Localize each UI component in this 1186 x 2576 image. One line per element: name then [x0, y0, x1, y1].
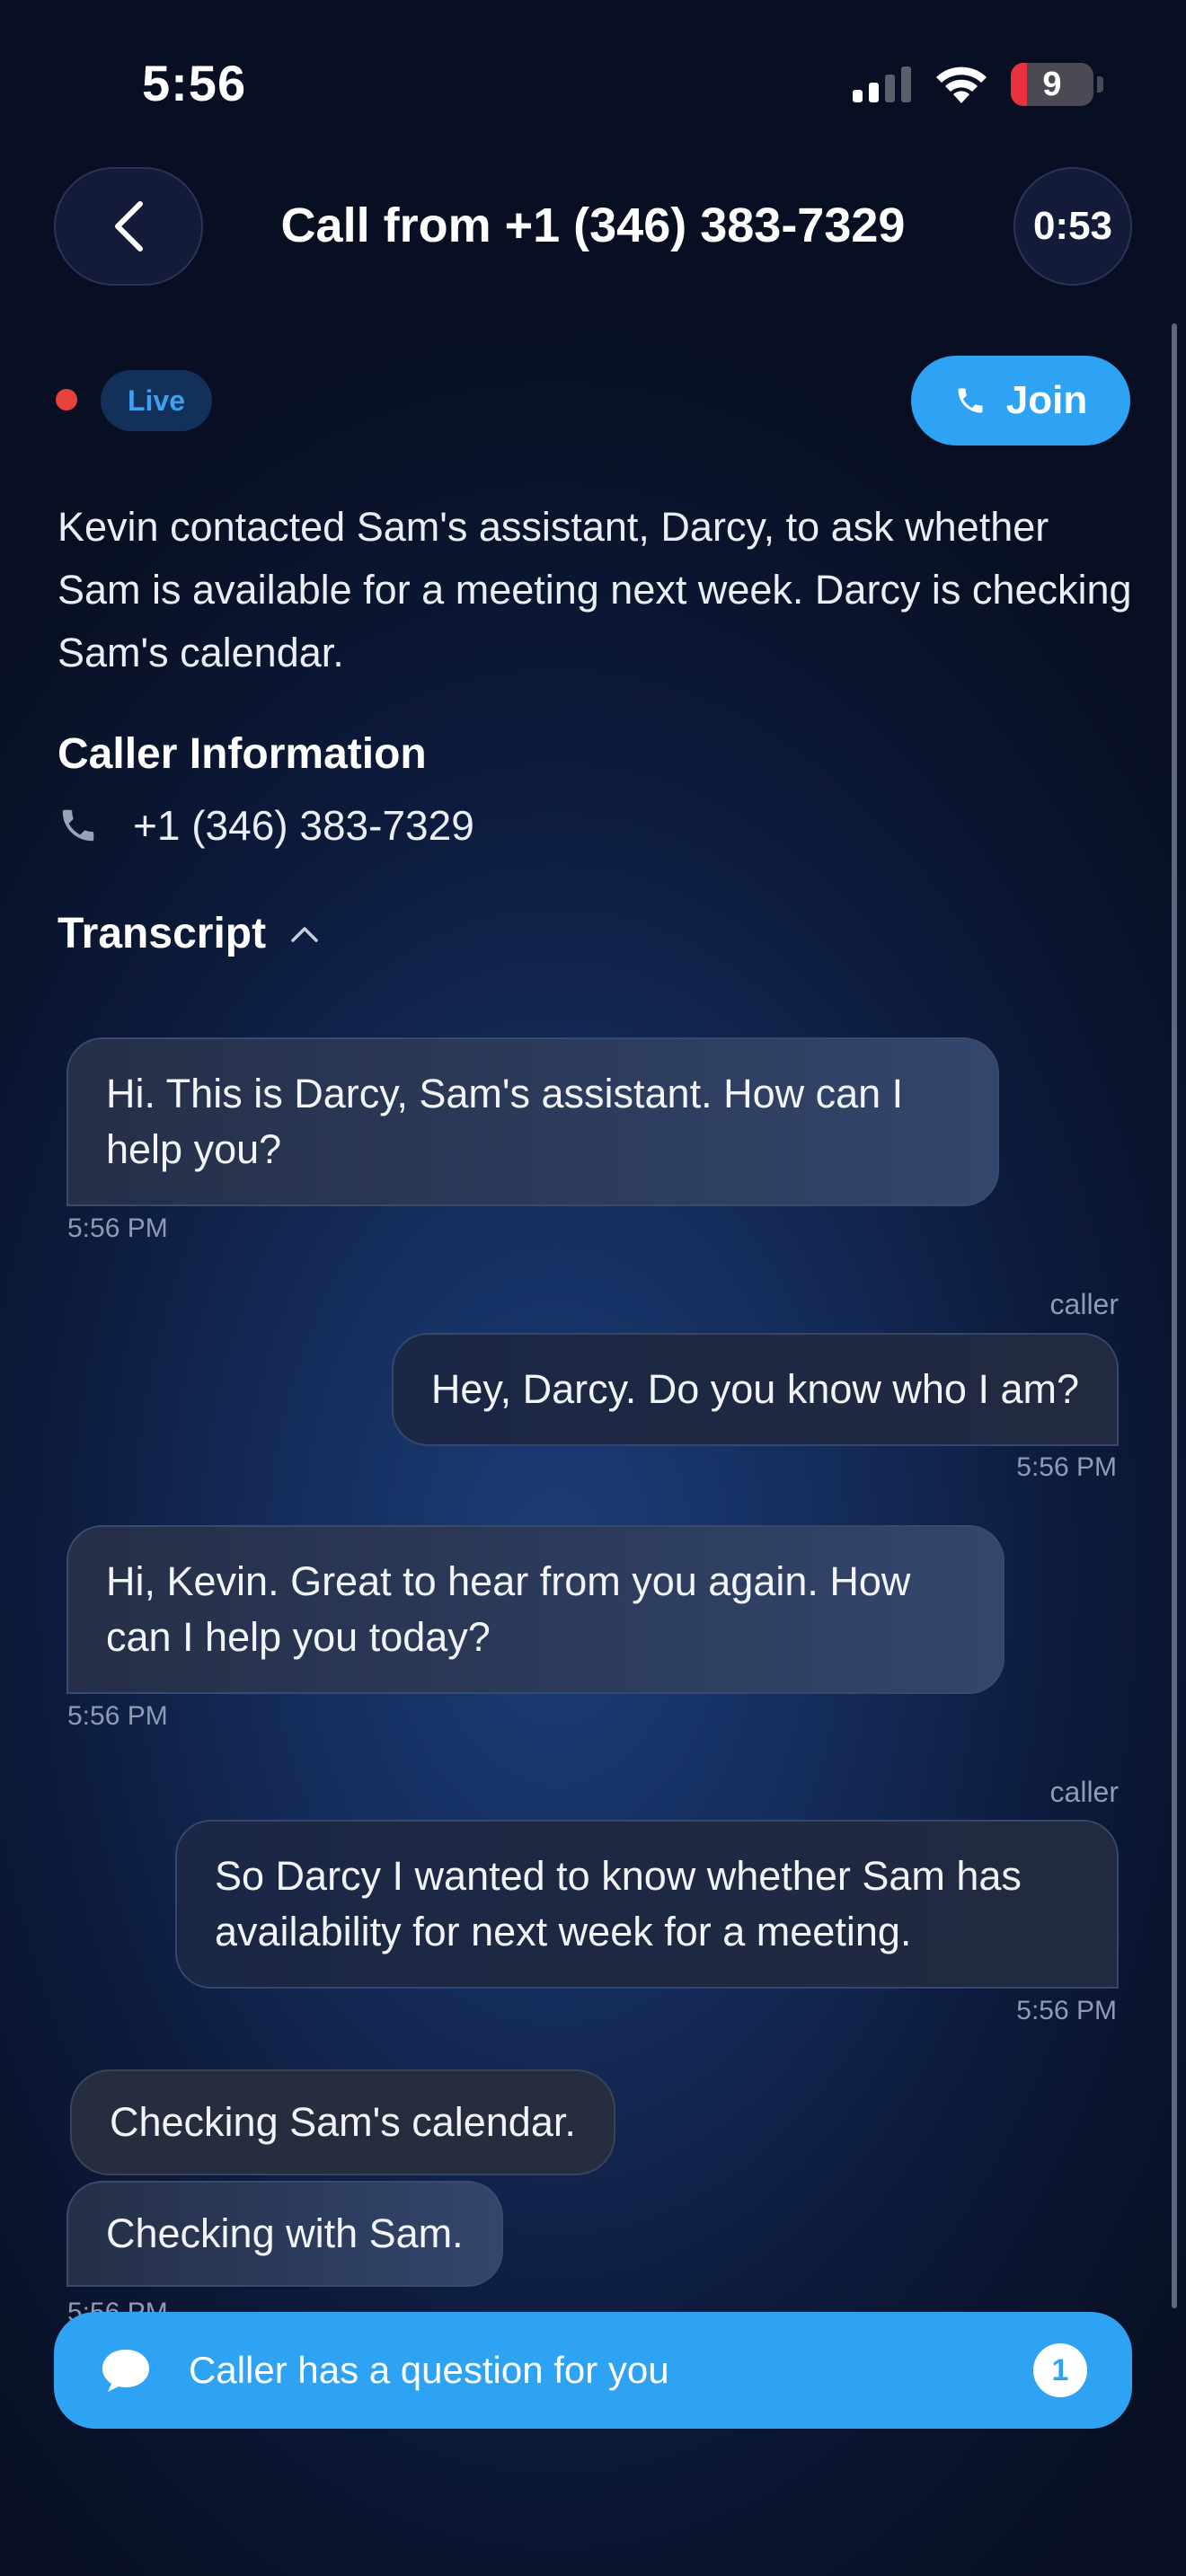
join-button[interactable]: Join — [911, 356, 1130, 446]
call-summary: Kevin contacted Sam's assistant, Darcy, … — [58, 504, 1132, 675]
caller-phone-row[interactable]: +1 (346) 383-7329 — [58, 801, 474, 850]
battery-nub — [1097, 76, 1103, 93]
message-sender: caller — [1049, 1288, 1119, 1320]
status-time: 5:56 — [142, 55, 247, 111]
battery-icon: 9 — [1011, 63, 1093, 106]
transcript-message-caller: Hey, Darcy. Do you know who I am? — [391, 1333, 1119, 1446]
cellular-signal-icon — [853, 66, 911, 102]
battery-level: 9 — [1042, 65, 1062, 103]
wifi-icon — [936, 66, 987, 103]
caller-question-text: Caller has a question for you — [189, 2349, 669, 2391]
join-label: Join — [1005, 378, 1088, 422]
live-badge: Live — [101, 370, 212, 431]
chevron-up-icon — [291, 926, 318, 942]
message-timestamp: 5:56 PM — [67, 1213, 168, 1243]
phone-icon — [958, 388, 983, 413]
call-timer[interactable]: 0:53 — [1013, 167, 1132, 286]
transcript-message-assistant: Checking with Sam. — [66, 2181, 503, 2287]
caller-phone-number: +1 (346) 383-7329 — [133, 802, 474, 849]
message-timestamp: 5:56 PM — [1016, 1452, 1117, 1482]
caller-info-heading: Caller Information — [58, 730, 427, 778]
message-sender: caller — [1049, 1776, 1119, 1808]
transcript-message-assistant: Checking Sam's calendar. — [70, 2069, 615, 2175]
scrollbar[interactable] — [1172, 323, 1177, 2308]
transcript-heading: Transcript — [58, 910, 267, 957]
transcript-message-assistant: Hi. This is Darcy, Sam's assistant. How … — [66, 1037, 999, 1206]
phone-icon — [62, 809, 94, 842]
transcript-message-caller: So Darcy I wanted to know whether Sam ha… — [175, 1820, 1119, 1989]
message-timestamp: 5:56 PM — [67, 1701, 168, 1731]
message-timestamp: 5:56 PM — [1016, 1996, 1117, 2025]
status-icons: 9 — [853, 63, 1103, 106]
transcript-message-assistant: Hi, Kevin. Great to hear from you again.… — [66, 1525, 1005, 1694]
chat-bubble-icon — [102, 2350, 149, 2392]
question-count-badge: 1 — [1033, 2343, 1087, 2397]
call-title: Call from +1 (346) 383-7329 — [280, 198, 906, 252]
live-indicator-dot — [56, 389, 77, 410]
caller-question-banner[interactable]: Caller has a question for you 1 — [54, 2312, 1132, 2429]
transcript-toggle[interactable]: Transcript — [58, 909, 320, 958]
